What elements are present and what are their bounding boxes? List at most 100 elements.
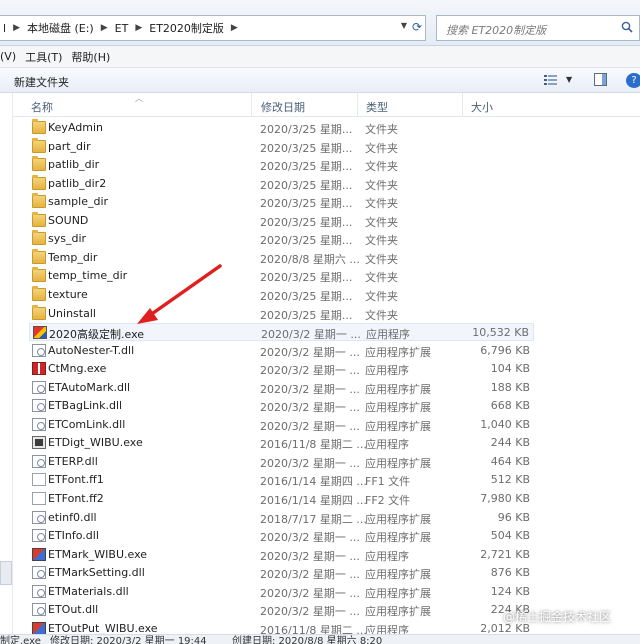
file-row[interactable]: Uninstall 2020/3/25 星期... 文件夹: [29, 304, 534, 323]
chevron-right-icon[interactable]: ▶: [228, 23, 241, 33]
file-icon: [32, 473, 46, 487]
file-name: patlib_dir: [48, 158, 100, 172]
folder-icon: [32, 248, 46, 264]
file-row[interactable]: Temp_dir 2020/8/8 星期六 ... 文件夹: [29, 248, 534, 267]
file-name: ETERP.dll: [48, 454, 98, 468]
column-name[interactable]: 名称: [31, 99, 53, 115]
view-options-icon[interactable]: [544, 74, 558, 86]
file-name: KeyAdmin: [48, 121, 103, 134]
status-modified: 修改日期: 2020/3/2 星期一 19:44: [50, 636, 207, 644]
file-row[interactable]: ETDigt_WIBU.exe 2016/11/8 星期二 ... 应用程序 244 …: [29, 434, 534, 452]
folder-icon: [32, 137, 46, 153]
refresh-icon[interactable]: ⟳: [412, 20, 422, 34]
file-size: 1,040 KB: [480, 417, 530, 431]
toolbar: 新建文件夹 ▼ ?: [0, 68, 640, 93]
file-row[interactable]: ETERP.dll 2020/3/2 星期一 ... 应用程序扩展 464 KB: [29, 453, 534, 471]
file-date: 2020/3/25 星期...: [260, 123, 353, 136]
menu-help[interactable]: 帮助(H): [71, 49, 119, 65]
file-size: 6,796 KB: [480, 343, 530, 357]
file-type: 文件夹: [365, 289, 398, 303]
column-divider[interactable]: [357, 93, 358, 117]
file-size: 244 KB: [490, 436, 530, 450]
file-date: 2020/3/25 星期...: [260, 197, 353, 211]
file-size: 504 KB: [490, 529, 530, 543]
breadcrumb-current[interactable]: ET2020制定版: [145, 20, 228, 36]
file-name: AutoNester-T.dll: [48, 343, 135, 357]
file-list: KeyAdmin 2020/3/25 星期... 文件夹 part_dir 2020/3…: [13, 117, 640, 644]
file-row[interactable]: etinf0.dll 2018/7/17 星期二 ... 应用程序扩展 96 KB: [29, 509, 534, 527]
file-name: ETInfo.dll: [48, 529, 99, 543]
file-type: 文件夹: [365, 197, 398, 211]
column-type[interactable]: 类型: [366, 99, 388, 115]
file-row[interactable]: ETFont.ff2 2016/1/14 星期四 ... FF2 文件 7,980 K…: [29, 490, 534, 508]
file-name: sys_dir: [48, 232, 87, 246]
file-row[interactable]: ETComLink.dll 2020/3/2 星期一 ... 应用程序扩展 1,040…: [29, 416, 534, 434]
file-size: 512 KB: [490, 473, 530, 487]
file-row[interactable]: SOUND 2020/3/25 星期... 文件夹: [29, 211, 534, 230]
file-row[interactable]: ETBagLink.dll 2020/3/2 星期一 ... 应用程序扩展 668 K…: [29, 397, 534, 415]
file-row[interactable]: AutoNester-T.dll 2020/3/2 星期一 ... 应用程序扩展 6,…: [29, 342, 534, 360]
file-type: 应用程序: [365, 438, 409, 452]
file-row[interactable]: ETOut.dll 2020/3/2 星期一 ... 应用程序扩展 224 KB: [29, 601, 534, 619]
file-row[interactable]: CtMng.exe 2020/3/2 星期一 ... 应用程序 104 KB: [29, 360, 534, 378]
file-name: ETDigt_WIBU.exe: [48, 436, 143, 450]
file-row[interactable]: sys_dir 2020/3/25 星期... 文件夹: [29, 230, 534, 248]
view-dropdown-icon[interactable]: ▼: [566, 75, 572, 84]
file-row[interactable]: patlib_dir2 2020/3/25 星期... 文件夹: [29, 174, 534, 193]
file-row[interactable]: ETInfo.dll 2020/3/2 星期一 ... 应用程序扩展 504 KB: [29, 527, 534, 545]
column-date[interactable]: 修改日期: [261, 99, 305, 115]
breadcrumb-et[interactable]: ET: [111, 22, 133, 35]
file-type: 文件夹: [365, 141, 398, 155]
file-row[interactable]: ETFont.ff1 2016/1/14 星期四 ... FF1 文件 512 KB: [29, 471, 534, 489]
menu-tools[interactable]: 工具(T): [25, 49, 71, 65]
file-name: temp_time_dir: [48, 269, 128, 283]
scrollbar-thumb[interactable]: [0, 561, 12, 585]
file-row[interactable]: ETAutoMark.dll 2020/3/2 星期一 ... 应用程序扩展 188 …: [29, 379, 534, 397]
file-size: 124 KB: [490, 584, 530, 598]
dll-icon: [32, 584, 46, 598]
new-folder-button[interactable]: 新建文件夹: [14, 74, 69, 90]
breadcrumb-fragment[interactable]: l: [0, 22, 10, 35]
column-divider[interactable]: [251, 93, 252, 117]
preview-pane-icon[interactable]: [594, 73, 607, 86]
search-icon[interactable]: [621, 21, 633, 33]
dll-icon: [32, 529, 46, 543]
file-row[interactable]: ETMarkSetting.dll 2020/3/2 星期一 ... 应用程序扩展 8…: [29, 564, 534, 582]
breadcrumb-drive[interactable]: 本地磁盘 (E:): [23, 20, 98, 36]
address-dropdown-icon[interactable]: ▼: [401, 21, 407, 30]
search-placeholder[interactable]: 搜索 ET2020制定版: [446, 22, 546, 38]
file-type: 应用程序扩展: [365, 605, 431, 619]
chevron-right-icon[interactable]: ▶: [98, 23, 111, 33]
file-row[interactable]: patlib_dir 2020/3/25 星期... 文件夹: [29, 156, 534, 174]
dll-icon: [32, 510, 46, 524]
file-row[interactable]: KeyAdmin 2020/3/25 星期... 文件夹: [29, 119, 534, 137]
file-size: 876 KB: [490, 566, 530, 580]
file-row[interactable]: texture 2020/3/25 星期... 文件夹: [29, 285, 534, 304]
file-row[interactable]: part_dir 2020/3/25 星期... 文件夹: [29, 137, 534, 156]
search-box[interactable]: 搜索 ET2020制定版: [436, 15, 640, 41]
file-date: 2020/3/25 星期...: [260, 308, 353, 322]
file-type: FF1 文件: [365, 475, 411, 489]
file-size: 2,721 KB: [480, 547, 530, 561]
chevron-right-icon[interactable]: ▶: [10, 23, 23, 33]
column-size[interactable]: 大小: [471, 99, 493, 115]
file-type: FF2 文件: [365, 494, 411, 507]
help-icon[interactable]: ?: [626, 73, 640, 88]
file-type: 应用程序扩展: [365, 586, 431, 600]
file-row[interactable]: temp_time_dir 2020/3/25 星期... 文件夹: [29, 267, 534, 285]
column-divider[interactable]: [462, 93, 463, 117]
file-name: ETOutPut_WIBU.exe: [48, 621, 158, 635]
file-type: 应用程序扩展: [365, 456, 431, 470]
file-row[interactable]: ETMaterials.dll 2020/3/2 星期一 ... 应用程序扩展 124…: [29, 583, 534, 601]
breadcrumb[interactable]: l ▶ 本地磁盘 (E:) ▶ ET ▶ ET2020制定版 ▶ ▼ ⟳: [0, 15, 426, 41]
status-created: 创建日期: 2020/8/8 星期六 8:20: [232, 636, 383, 644]
chevron-right-icon[interactable]: ▶: [132, 23, 145, 33]
file-type: 应用程序扩展: [365, 382, 431, 396]
file-name: ETFont.ff1: [48, 473, 104, 487]
menu-view[interactable]: (V): [0, 50, 25, 63]
file-name: 2020高级定制.exe: [49, 328, 145, 342]
file-row[interactable]: ETMark_WIBU.exe 2020/3/2 星期一 ... 应用程序 2,721…: [29, 546, 534, 564]
file-row[interactable]: sample_dir 2020/3/25 星期... 文件夹: [29, 193, 534, 211]
file-row[interactable]: 2020高级定制.exe 2020/3/2 星期一 ... 应用程序 10,532 K…: [29, 323, 534, 342]
app-red-icon: [32, 362, 46, 376]
